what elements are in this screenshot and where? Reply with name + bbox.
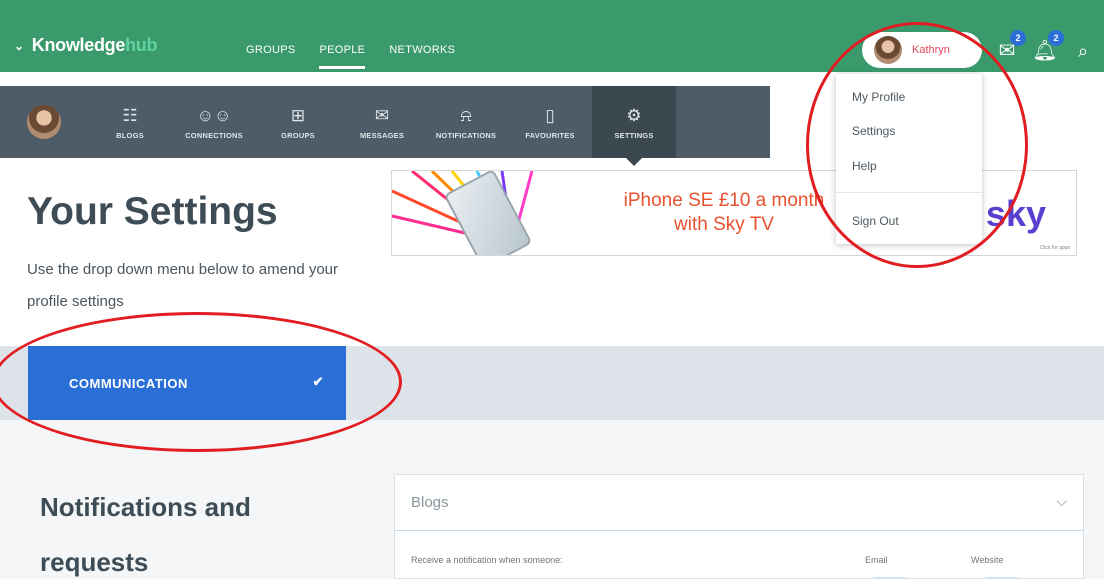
subnav-item-settings[interactable]: ⚙ SETTINGS (592, 86, 676, 166)
page-description: Use the drop down menu below to amend yo… (27, 261, 339, 310)
subnav-label: SETTINGS (614, 130, 654, 140)
ad-line-1: iPhone SE £10 a month (623, 190, 825, 211)
ad-line-2: with Sky TV (674, 214, 774, 235)
notifications-title: Notifications and requests (40, 492, 251, 577)
notification-row-label: Receive a notification when someone: (411, 555, 563, 565)
subnav-item-groups[interactable]: ⊞ GROUPS (256, 86, 340, 158)
subnav-item-favourites[interactable]: ▯ FAVOURITES (508, 86, 592, 158)
chevron-down-icon: ⌄ (14, 38, 24, 53)
messages-icon[interactable]: ✉ 2 (994, 30, 1026, 64)
bell-icon[interactable]: 🔔︎ 2 (1032, 30, 1064, 64)
blogs-accordion: Blogs ⌵ Receive a notification when some… (394, 474, 1084, 579)
chevron-down-icon: ✔︎ (312, 374, 324, 389)
search-icon[interactable]: ⌕ (1070, 38, 1096, 64)
subnav-item-blogs[interactable]: ☷ BLOGS (88, 86, 172, 158)
chevron-down-icon: ⌵ (1056, 493, 1067, 509)
envelope-icon: ✉ (374, 105, 390, 125)
subnav-item-notifications[interactable]: ⍾ NOTIFICATIONS (424, 86, 508, 158)
avatar (27, 105, 61, 139)
notifications-badge: 2 (1048, 30, 1064, 46)
top-nav: GROUPS PEOPLE NETWORKS (246, 44, 455, 69)
top-nav-groups[interactable]: GROUPS (246, 44, 295, 56)
page-title: Your Settings (27, 190, 278, 233)
top-nav-people[interactable]: PEOPLE (319, 44, 366, 69)
profile-avatar[interactable] (0, 86, 88, 158)
subnav-item-connections[interactable]: ☺☺ CONNECTIONS (172, 86, 256, 158)
bell-icon: ⍾ (460, 105, 472, 125)
groups-icon: ⊞ (290, 105, 306, 125)
bookmark-icon: ▯ (545, 105, 555, 125)
profile-subnav: ☷ BLOGS ☺☺ CONNECTIONS ⊞ GROUPS ✉ MESSAG… (0, 86, 770, 166)
user-dropdown-menu: My Profile Settings Help Sign Out (836, 74, 982, 244)
subnav-label: NOTIFICATIONS (435, 130, 497, 140)
brand-logo[interactable]: ⌄ Knowledge hub (14, 35, 157, 56)
settings-section-value: COMMUNICATION (69, 375, 188, 391)
connections-icon: ☺☺ (196, 105, 232, 125)
subnav-label: MESSAGES (359, 130, 405, 140)
brand-prefix: Knowledge (31, 35, 126, 55)
subnav-label: BLOGS (116, 130, 144, 140)
column-header-email: Email (865, 555, 888, 565)
blogs-icon: ☷ (122, 105, 138, 125)
subnav-label: CONNECTIONS (185, 130, 243, 140)
menu-item-help[interactable]: Help (852, 159, 877, 173)
top-bar: ⌄ Knowledge hub GROUPS PEOPLE NETWORKS Ka… (0, 0, 1104, 72)
column-header-website: Website (971, 555, 1004, 565)
blogs-accordion-title: Blogs (411, 494, 449, 511)
gear-icon: ⚙ (626, 105, 642, 125)
subnav-label: FAVOURITES (525, 130, 575, 140)
brand-suffix: hub (125, 35, 158, 55)
page: ⌄ Knowledge hub GROUPS PEOPLE NETWORKS Ka… (0, 0, 1104, 579)
menu-item-sign-out[interactable]: Sign Out (852, 214, 899, 228)
top-nav-networks[interactable]: NETWORKS (389, 44, 455, 56)
blogs-accordion-header[interactable]: Blogs ⌵ (395, 475, 1083, 531)
ad-text: iPhone SE £10 a month with Sky TV (574, 189, 874, 237)
user-menu-button[interactable]: Kathryn (862, 32, 982, 68)
subnav-item-messages[interactable]: ✉ MESSAGES (340, 86, 424, 158)
messages-badge: 2 (1010, 30, 1026, 46)
menu-divider (836, 192, 982, 193)
menu-item-settings[interactable]: Settings (852, 124, 895, 138)
avatar (874, 36, 902, 64)
user-name: Kathryn (912, 44, 950, 56)
subnav-label: GROUPS (281, 130, 315, 140)
sky-logo: sky (985, 193, 1046, 234)
menu-item-my-profile[interactable]: My Profile (852, 90, 905, 104)
ad-small-print: Click for apps (1039, 245, 1070, 251)
settings-section-dropdown[interactable]: COMMUNICATION ✔︎ (28, 346, 346, 420)
